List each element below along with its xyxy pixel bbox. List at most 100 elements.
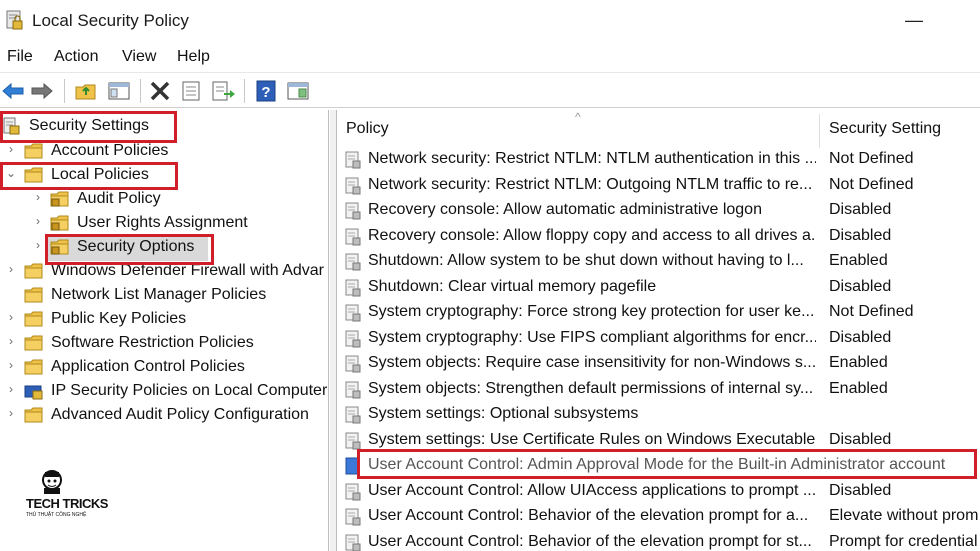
highlight-local-policies (0, 162, 178, 190)
policy-name: User Account Control: Behavior of the el… (368, 507, 809, 524)
security-setting-value: Disabled (829, 277, 892, 295)
menu-help[interactable]: Help (177, 48, 210, 66)
policy-row[interactable]: System cryptography: Use FIPS compliant … (337, 326, 980, 351)
policy-icon (345, 432, 361, 449)
folder-icon (24, 407, 43, 423)
tree-item-label: Software Restriction Policies (51, 334, 254, 351)
properties-icon[interactable] (178, 78, 204, 104)
policy-row[interactable]: Shutdown: Clear virtual memory pagefile D… (337, 275, 980, 300)
policy-icon (345, 279, 361, 296)
policy-row[interactable]: User Account Control: Behavior of the el… (337, 530, 980, 551)
tree-item[interactable]: › Application Control Policies (0, 356, 329, 380)
expand-arrow-icon[interactable]: › (4, 382, 18, 396)
policy-name: System cryptography: Force strong key pr… (368, 303, 815, 320)
tree-item[interactable]: › Public Key Policies (0, 308, 329, 332)
console-icon[interactable] (285, 78, 311, 104)
policy-name: Shutdown: Allow system to be shut down w… (368, 252, 804, 269)
policy-row[interactable]: Recovery console: Allow floppy copy and … (337, 224, 980, 249)
folder-icon (50, 191, 69, 207)
policy-icon (345, 304, 361, 322)
security-setting-value: Disabled (829, 201, 892, 218)
policy-name: System objects: Strengthen default permi… (368, 379, 814, 397)
menu-view[interactable]: View (122, 48, 156, 66)
policy-icon (345, 253, 361, 271)
policy-name: Network security: Restrict NTLM: Outgoin… (368, 175, 813, 193)
security-setting-value: Prompt for credential (829, 532, 978, 550)
list-pane: ^ Policy Security Setting Network securi… (336, 110, 980, 551)
logo-name: TECH TRICKS (26, 496, 108, 511)
expand-arrow-icon[interactable]: › (4, 334, 18, 348)
policy-name: System settings: Use Certificate Rules o… (368, 430, 816, 448)
expand-arrow-icon[interactable]: › (4, 310, 18, 324)
policy-row[interactable]: Network security: Restrict NTLM: Outgoin… (337, 173, 980, 198)
folder-icon (24, 335, 43, 351)
policy-icon (345, 381, 361, 398)
export-list-icon[interactable] (210, 78, 236, 104)
folder-icon (24, 263, 43, 279)
show-hide-tree-icon[interactable] (106, 78, 132, 104)
policy-row[interactable]: System objects: Strengthen default permi… (337, 377, 980, 402)
help-icon[interactable]: ? (253, 78, 279, 104)
menu-bar: File Action View Help (0, 44, 980, 70)
toolbar-separator (64, 79, 65, 103)
column-header-security-setting[interactable]: Security Setting (829, 120, 941, 138)
tree-item-label: IP Security Policies on Local Computer (51, 382, 328, 399)
tree-item[interactable]: › Audit Policy (0, 188, 329, 212)
policy-icon (345, 355, 361, 373)
policy-row[interactable]: Shutdown: Allow system to be shut down w… (337, 249, 980, 274)
policy-name: Shutdown: Clear virtual memory pagefile (368, 277, 657, 295)
expand-arrow-icon[interactable]: › (31, 214, 45, 228)
policy-row[interactable]: System cryptography: Force strong key pr… (337, 300, 980, 325)
policy-row[interactable]: Recovery console: Allow automatic admini… (337, 198, 980, 223)
highlight-security-settings (0, 111, 177, 143)
delete-icon[interactable] (147, 78, 173, 104)
tree-item[interactable]: Network List Manager Policies (0, 284, 329, 308)
policy-name: Recovery console: Allow floppy copy and … (368, 226, 816, 244)
expand-arrow-icon[interactable]: › (4, 358, 18, 372)
back-arrow-icon[interactable] (0, 78, 26, 104)
tree-item[interactable]: › Software Restriction Policies (0, 332, 329, 356)
window-title: Local Security Policy (32, 11, 189, 30)
policy-icon (345, 177, 361, 194)
tree-item[interactable]: › IP Security Policies on Local Computer (0, 380, 329, 404)
tree-item[interactable]: › Advanced Audit Policy Configuration (0, 404, 329, 428)
security-setting-value: Enabled (829, 252, 888, 269)
tree-item-label: Public Key Policies (51, 310, 187, 327)
expand-arrow-icon[interactable]: › (4, 406, 18, 420)
policy-name: System settings: Optional subsystems (368, 405, 639, 422)
expand-arrow-icon[interactable]: › (31, 190, 45, 204)
policy-row[interactable]: System settings: Optional subsystems (337, 402, 980, 427)
security-setting-value: Not Defined (829, 150, 914, 167)
tree-item-label: Advanced Audit Policy Configuration (51, 406, 309, 423)
policy-row[interactable]: Network security: Restrict NTLM: NTLM au… (337, 147, 980, 172)
menu-action[interactable]: Action (54, 48, 98, 66)
up-folder-icon[interactable] (73, 78, 99, 104)
expand-arrow-icon[interactable]: › (31, 238, 45, 252)
policy-row[interactable]: User Account Control: Behavior of the el… (337, 504, 980, 529)
forward-arrow-icon[interactable] (29, 78, 55, 104)
security-setting-value: Elevate without prom (829, 507, 979, 524)
logo-tagline: THỦ THUẬT CÔNG NGHỆ (26, 512, 87, 518)
policy-icon (345, 534, 361, 551)
column-divider[interactable] (819, 114, 820, 148)
policy-row[interactable]: System objects: Require case insensitivi… (337, 351, 980, 376)
menu-file[interactable]: File (7, 48, 33, 66)
policy-icon (345, 228, 361, 245)
expand-arrow-icon[interactable]: › (4, 262, 18, 276)
policy-name: System objects: Require case insensitivi… (368, 354, 816, 371)
tree-item[interactable]: › User Rights Assignment (0, 212, 329, 236)
policy-name: Recovery console: Allow automatic admini… (368, 201, 762, 218)
highlight-admin-approval-row (357, 449, 977, 479)
policy-icon (345, 151, 361, 169)
minimize-button[interactable]: — (902, 6, 926, 34)
expand-arrow-icon[interactable]: › (4, 142, 18, 156)
tree-item-label: Network List Manager Policies (51, 286, 267, 303)
policy-name: User Account Control: Behavior of the el… (368, 532, 812, 550)
security-setting-value: Enabled (829, 354, 888, 371)
tree-item[interactable]: › Account Policies (0, 140, 329, 164)
folder-icon (50, 215, 69, 231)
policy-row[interactable]: User Account Control: Allow UIAccess app… (337, 479, 980, 504)
column-header-policy[interactable]: Policy (346, 120, 389, 138)
folder-icon (24, 311, 43, 327)
policy-icon (345, 483, 361, 500)
